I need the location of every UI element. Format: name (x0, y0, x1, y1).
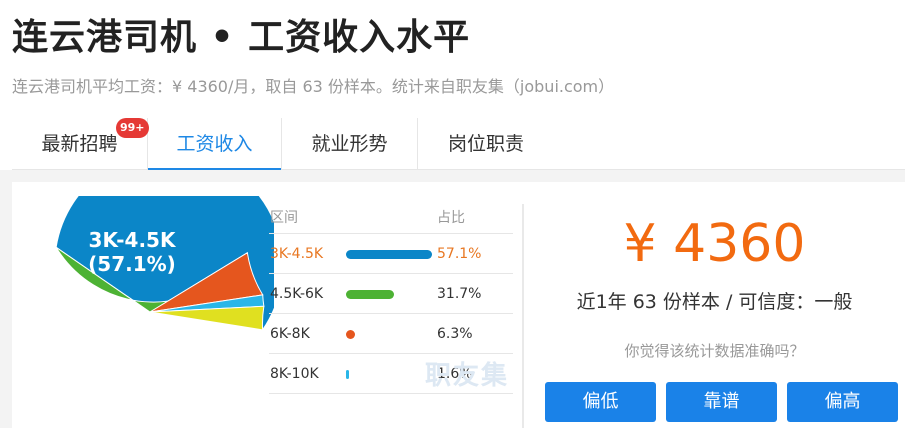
tab-duties-label: 岗位职责 (447, 133, 524, 155)
share-bar (346, 330, 355, 339)
range-label: 6K-8K (270, 326, 310, 342)
range-label: 3K-4.5K (270, 246, 324, 262)
tab-employment-label: 就业形势 (311, 133, 388, 155)
page-subtitle: 连云港司机平均工资：¥ 4360/月，取自 63 份样本。统计来自职友集（job… (12, 77, 615, 96)
tab-employment[interactable]: 就业形势 (282, 118, 418, 170)
share-bar (346, 290, 394, 299)
pie-label-3k-4-5k-percent: (57.1%) (88, 252, 176, 276)
pie-label-4-5k-6k-range: 4.5K-6K (94, 353, 182, 377)
column-share-header: 占比 (437, 210, 465, 226)
column-range-header: 区间 (270, 210, 298, 226)
new-jobs-badge: 99+ (116, 118, 149, 138)
watermark: 职友集 (425, 361, 510, 391)
page-title: 连云港司机 • 工资收入水平 (12, 17, 471, 58)
tab-duties[interactable]: 岗位职责 (418, 118, 554, 170)
pie-label-3k-4-5k: 3K-4.5K (57.1%) (62, 228, 202, 276)
vote-high-button[interactable]: 偏高 (787, 382, 898, 422)
tab-latest-jobs[interactable]: 最新招聘 99+ (12, 118, 149, 170)
range-label: 8K-10K (270, 366, 319, 382)
distribution-row: 4.5K-6K 31.7% (269, 274, 513, 314)
distribution-header: 区间 占比 (269, 198, 513, 234)
share-bar (346, 250, 432, 259)
tab-salary-label: 工资收入 (176, 133, 253, 155)
average-salary: ¥ 4360 (623, 214, 806, 274)
range-label: 4.5K-6K (270, 286, 324, 302)
sample-info: 近1年 63 份样本 / 可信度：一般 (576, 291, 853, 313)
distribution-row: 6K-8K 6.3% (269, 314, 513, 354)
tab-salary[interactable]: 工资收入 (148, 118, 282, 171)
pie-label-3k-4-5k-range: 3K-4.5K (88, 228, 176, 252)
pie-label-4-5k-6k: 4.5K-6K (31.7%) (68, 353, 208, 401)
vote-fair-button[interactable]: 靠谱 (666, 382, 777, 422)
tab-latest-jobs-label: 最新招聘 (41, 133, 118, 155)
share-percent: 57.1% (437, 246, 482, 262)
distribution-row: 3K-4.5K 57.1% (269, 234, 513, 274)
vote-low-button[interactable]: 偏低 (545, 382, 656, 422)
tab-bar: 最新招聘 99+ 工资收入 就业形势 岗位职责 (12, 118, 905, 171)
accuracy-question: 你觉得该统计数据准确吗？ (624, 342, 805, 360)
share-percent: 31.7% (437, 286, 482, 302)
share-percent: 6.3% (437, 326, 473, 342)
pie-label-4-5k-6k-percent: (31.7%) (94, 377, 182, 401)
share-bar (346, 370, 349, 379)
